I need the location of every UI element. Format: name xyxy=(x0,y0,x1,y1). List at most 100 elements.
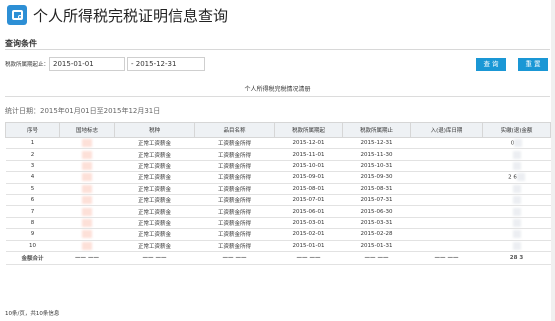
table-cell xyxy=(59,216,115,230)
redacted-region xyxy=(512,207,521,216)
table-cell: 2 6 xyxy=(482,171,551,184)
table-cell xyxy=(59,239,115,252)
cell-text: 工资薪金所得 xyxy=(217,209,251,216)
table-cell: 2015-08-01 xyxy=(274,182,343,195)
cell-text: 2015-10-31 xyxy=(360,162,393,169)
cell-text: 2015-06-30 xyxy=(360,208,393,215)
column-header: 品目名称 xyxy=(194,122,275,138)
cell-text: 6 xyxy=(30,197,35,204)
column-header: 实缴(退)金额 xyxy=(482,122,551,138)
column-header: 序号 xyxy=(5,122,60,138)
table-cell: 2015-11-01 xyxy=(274,148,343,161)
cell-text: 3 xyxy=(30,162,35,169)
divider xyxy=(5,96,550,97)
cell-text: 正常工资薪金 xyxy=(137,141,171,148)
table-cell: 工资薪金所得 xyxy=(194,136,275,150)
table-cell: 工资薪金所得 xyxy=(194,159,275,173)
table-cell: 2015-07-31 xyxy=(342,193,411,207)
cell-text: 2015-08-01 xyxy=(292,185,325,192)
table-cell: 工资薪金所得 xyxy=(194,171,275,184)
table-header-row: 序号 国地标志 税种 品目名称 税款所属期起 税款所属期止 入(退)库日期 实缴… xyxy=(5,122,551,138)
cell-text: 工资薪金所得 xyxy=(217,152,251,159)
table-cell xyxy=(410,171,483,184)
table-cell: 正常工资薪金 xyxy=(114,193,195,207)
table-cell: 3 xyxy=(5,159,60,173)
table-cell: 5 xyxy=(5,182,60,195)
query-button[interactable]: 查 询 xyxy=(476,58,506,71)
cell-text: 2015-06-01 xyxy=(292,208,325,215)
cell-text: 正常工资薪金 xyxy=(137,220,171,227)
cell-text: 2015-09-01 xyxy=(292,174,325,181)
period-label: 税款所属期起止： xyxy=(5,62,50,68)
cell-text: 2015-12-31 xyxy=(360,140,393,147)
table-row: 7 正常工资薪金 工资薪金所得 2015-06-01 2015-06-30 xyxy=(5,205,551,218)
table-cell: 2015-07-01 xyxy=(274,193,343,207)
table-cell: 2015-09-01 xyxy=(274,171,343,184)
table-cell: 4 xyxy=(5,171,60,184)
table-cell xyxy=(59,136,115,150)
cell-text: 2015-11-30 xyxy=(360,151,393,158)
table-cell: 正常工资薪金 xyxy=(114,216,195,230)
divider xyxy=(5,49,550,50)
table-cell xyxy=(59,205,115,218)
page-header: 个人所得税完税证明信息查询 xyxy=(0,0,555,30)
table-cell: 2015-09-30 xyxy=(342,171,411,184)
table-row: 5 正常工资薪金 工资薪金所得 2015-08-01 2015-08-31 xyxy=(5,182,551,195)
period-start-input[interactable]: 2015-01-01 xyxy=(49,57,125,71)
redacted-region xyxy=(82,173,92,182)
cell-text: 正常工资薪金 xyxy=(137,175,171,182)
table-cell: 2015-10-31 xyxy=(342,159,411,173)
redacted-region xyxy=(512,161,521,170)
cell-text: 2015-02-01 xyxy=(292,231,325,238)
table-cell: 2015-01-01 xyxy=(274,239,343,252)
pagination-info: 10条/页，共10条信息 xyxy=(5,311,60,317)
cell-text: 2015-07-01 xyxy=(292,197,325,204)
redacted-region xyxy=(82,139,92,148)
table-cell: 2015-06-30 xyxy=(342,205,411,218)
cell-text: 9 xyxy=(30,231,35,238)
redacted-region xyxy=(512,150,521,159)
cell-text: 2015-11-01 xyxy=(292,151,325,158)
table-cell: 工资薪金所得 xyxy=(194,216,275,230)
reset-button[interactable]: 重 置 xyxy=(518,58,548,71)
total-cell: 28 3 xyxy=(482,250,551,265)
cell-text: 正常工资薪金 xyxy=(137,209,171,216)
table-cell: 2015-03-31 xyxy=(342,216,411,230)
table-cell xyxy=(410,228,483,241)
total-cell: 金额合计 xyxy=(5,250,60,265)
table-cell xyxy=(410,136,483,150)
table-cell: 正常工资薪金 xyxy=(114,239,195,252)
table-cell: 正常工资薪金 xyxy=(114,148,195,161)
redacted-region xyxy=(512,241,521,250)
table-cell: 6 xyxy=(5,193,60,207)
redacted-region xyxy=(82,150,92,159)
cell-text: 正常工资薪金 xyxy=(137,152,171,159)
redacted-region xyxy=(512,218,521,227)
table-cell: 2015-12-01 xyxy=(274,136,343,150)
cell-text: 10 xyxy=(29,242,36,249)
table-cell xyxy=(410,193,483,207)
table-cell: 2015-01-31 xyxy=(342,239,411,252)
table-cell xyxy=(482,216,551,230)
redacted-region xyxy=(82,230,92,239)
cell-text: 2 xyxy=(30,151,35,158)
table-cell: 正常工资薪金 xyxy=(114,159,195,173)
table-cell xyxy=(59,193,115,207)
table-cell: 7 xyxy=(5,205,60,218)
scrollbar[interactable] xyxy=(551,0,555,321)
cell-text: 2015-07-31 xyxy=(360,197,393,204)
table-cell xyxy=(482,148,551,161)
cell-text: 2015-02-28 xyxy=(360,231,393,238)
table-row: 8 正常工资薪金 工资薪金所得 2015-03-01 2015-03-31 xyxy=(5,216,551,230)
table-cell xyxy=(482,193,551,207)
redacted-region xyxy=(512,184,521,193)
table-cell xyxy=(59,148,115,161)
total-cell: —— —— xyxy=(274,250,343,265)
table-cell xyxy=(482,205,551,218)
table-cell: 工资薪金所得 xyxy=(194,228,275,241)
total-cell: —— —— xyxy=(114,250,195,265)
table-cell: 2015-12-31 xyxy=(342,136,411,150)
period-end-input[interactable]: - 2015-12-31 xyxy=(127,57,205,71)
table-cell: 正常工资薪金 xyxy=(114,205,195,218)
table-cell: 2015-06-01 xyxy=(274,205,343,218)
